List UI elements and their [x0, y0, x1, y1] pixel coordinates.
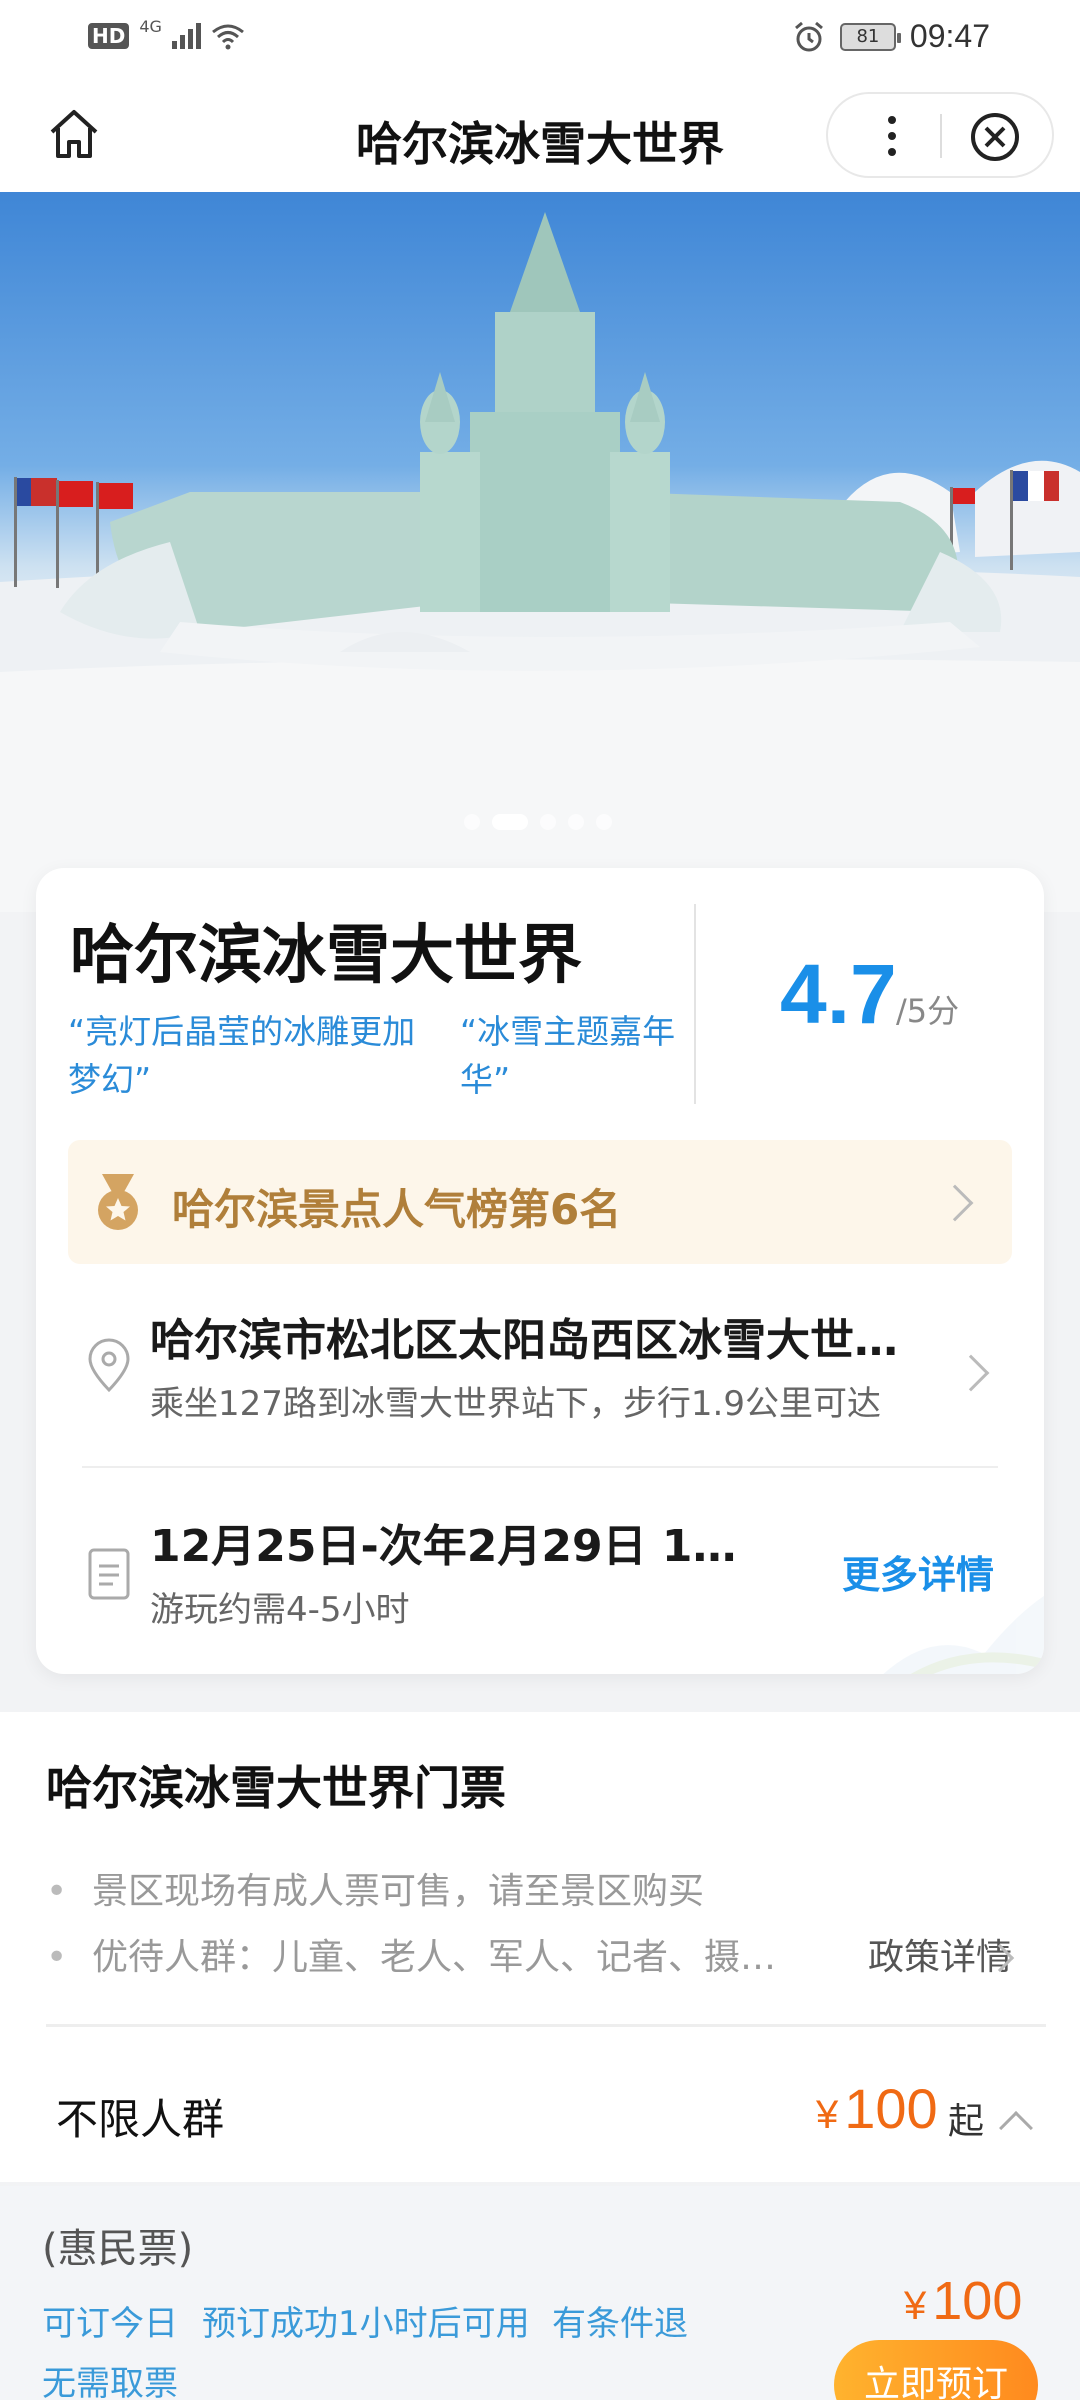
- review-quote-2: “冰雪主题嘉年华”: [460, 1012, 676, 1099]
- hero-carousel[interactable]: [0, 192, 1080, 912]
- tickets-title: 哈尔滨冰雪大世界门票: [46, 1761, 506, 1815]
- ticket-note: 优待人群：儿童、老人、军人、记者、摄…: [46, 1928, 776, 1980]
- chevron-up-icon[interactable]: [999, 2111, 1033, 2145]
- visit-duration: 游玩约需4-5小时: [150, 1590, 410, 1630]
- ticket-tag: 无需取票: [42, 2364, 178, 2400]
- carousel-dot[interactable]: [596, 814, 612, 830]
- divider: [46, 2024, 1046, 2027]
- rating-score: 4.7: [780, 947, 897, 1041]
- battery-indicator: 81: [839, 22, 901, 51]
- location-pin-icon: [88, 1338, 130, 1393]
- ticket-price: ¥100: [904, 2270, 1022, 2332]
- ice-castle-illustration: [0, 212, 1080, 912]
- chevron-right-icon: [936, 1184, 974, 1222]
- chevron-right-icon[interactable]: [952, 1354, 990, 1392]
- close-icon[interactable]: [968, 110, 1022, 164]
- group-price: ¥100: [816, 2076, 938, 2141]
- carousel-indicator: [464, 814, 612, 830]
- currency-symbol: ¥: [904, 2284, 927, 2328]
- ticket-name: (惠民票): [42, 2226, 194, 2272]
- address-text[interactable]: 哈尔滨市松北区太阳岛西区冰雪大世…: [150, 1304, 940, 1368]
- mini-program-capsule: [826, 92, 1054, 178]
- ticket-tag: 有条件退: [552, 2304, 688, 2344]
- status-bar: HD 4G 81 09:47: [0, 0, 1080, 80]
- signal-icon: [171, 23, 201, 49]
- ticket-tag: 可订今日: [42, 2304, 178, 2344]
- divider: [694, 904, 696, 1104]
- map-decoration: [883, 1595, 1044, 1674]
- divider: [82, 1466, 998, 1468]
- price-suffix: 起: [948, 2101, 985, 2142]
- group-price-value: 100: [844, 2077, 938, 2140]
- carousel-dot-active[interactable]: [492, 814, 528, 830]
- rank-label: 哈尔滨景点人气榜第6名: [172, 1185, 622, 1234]
- rating-max: /5分: [896, 992, 960, 1030]
- carousel-dot[interactable]: [464, 814, 480, 830]
- ticket-price-value: 100: [932, 2271, 1023, 2331]
- carousel-dot[interactable]: [568, 814, 584, 830]
- ticket-tag: 预订成功1小时后可用: [202, 2304, 530, 2344]
- opening-period: 12月25日-次年2月29日 11:0…: [150, 1521, 750, 1572]
- directions-text: 乘坐127路到冰雪大世界站下，步行1.9公里可达: [150, 1384, 881, 1424]
- medal-icon: [98, 1174, 138, 1230]
- tickets-section: 哈尔滨冰雪大世界门票 景区现场有成人票可售，请至景区购买 优待人群：儿童、老人、…: [0, 1712, 1080, 2182]
- capsule-divider: [940, 114, 942, 158]
- network-type: 4G: [139, 16, 162, 36]
- ticket-group-label[interactable]: 不限人群: [56, 2086, 224, 2147]
- ticket-item: (惠民票) 可订今日 预订成功1小时后可用 有条件退 无需取票 ¥100 立即预…: [0, 2186, 1080, 2400]
- alarm-icon: [794, 21, 823, 51]
- wifi-icon: [211, 24, 244, 50]
- carousel-dot[interactable]: [540, 814, 556, 830]
- status-time: 09:47: [909, 18, 990, 54]
- popularity-rank-banner[interactable]: 哈尔滨景点人气榜第6名: [68, 1140, 1012, 1264]
- status-right: 81 09:47: [792, 18, 990, 55]
- status-left: HD 4G: [88, 17, 245, 50]
- attraction-name: 哈尔滨冰雪大世界: [70, 919, 582, 993]
- title-bar: 哈尔滨冰雪大世界: [0, 80, 1080, 192]
- book-now-button[interactable]: 立即预订: [834, 2340, 1038, 2400]
- currency-symbol: ¥: [816, 2093, 839, 2137]
- ticket-note: 景区现场有成人票可售，请至景区购买: [46, 1862, 704, 1914]
- attraction-info-card: 哈尔滨冰雪大世界 “亮灯后晶莹的冰雕更加梦幻” “冰雪主题嘉年华” 4.7 /5…: [36, 868, 1044, 1674]
- document-icon: [88, 1548, 130, 1600]
- review-quote-1: “亮灯后晶莹的冰雕更加梦幻”: [68, 1012, 416, 1099]
- more-options-icon[interactable]: [868, 112, 916, 160]
- hd-badge: HD: [88, 23, 130, 49]
